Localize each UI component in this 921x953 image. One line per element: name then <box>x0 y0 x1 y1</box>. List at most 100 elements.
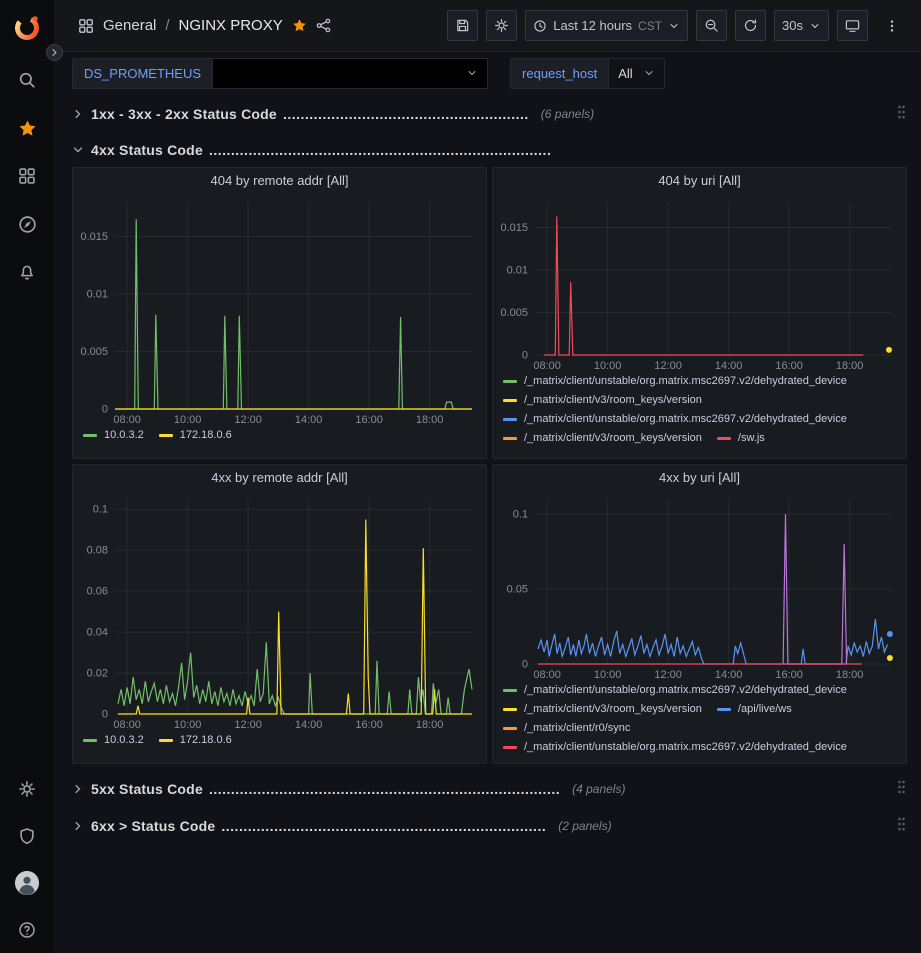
legend-item[interactable]: /_matrix/client/v3/room_keys/version <box>503 431 702 446</box>
series-color-swatch <box>503 708 517 711</box>
panel-4xx-by-uri: 4xx by uri [All] 08:0010:0012:0014:0016:… <box>492 464 907 764</box>
chevron-right-icon <box>72 820 84 832</box>
legend-label: /_matrix/client/r0/sync <box>524 721 630 736</box>
dashboard-settings-button[interactable] <box>486 10 517 41</box>
save-icon <box>455 18 470 33</box>
sidebar-collapse-button[interactable] <box>46 44 63 61</box>
series-color-swatch <box>503 437 517 440</box>
legend-label: /api/live/ws <box>738 702 792 717</box>
panel-title[interactable]: 404 by remote addr [All] <box>73 168 486 194</box>
row-drag-handle-icon[interactable] <box>896 104 907 123</box>
svg-text:12:00: 12:00 <box>654 669 682 681</box>
variable-select-ds[interactable] <box>212 58 488 89</box>
share-dashboard-button[interactable] <box>316 18 331 33</box>
row-1xx-3xx-2xx-status-code[interactable]: 1xx - 3xx - 2xx Status Code ............… <box>72 100 907 127</box>
legend-item[interactable]: 172.18.0.6 <box>159 733 232 748</box>
legend-item[interactable]: /api/live/ws <box>717 702 792 717</box>
row-drag-handle-icon[interactable] <box>896 816 907 835</box>
refresh-button[interactable] <box>735 10 766 41</box>
legend-label: 10.0.3.2 <box>104 733 144 748</box>
dashboard-navbar: General / NGINX PROXY <box>54 0 921 52</box>
main-area: General / NGINX PROXY <box>54 0 921 953</box>
time-series-chart-404-remote-addr[interactable]: 08:0010:0012:0014:0016:0018:0000.0050.01… <box>73 194 486 426</box>
dashboard-title: NGINX PROXY <box>179 17 283 34</box>
breadcrumb-folder[interactable]: General <box>103 17 156 34</box>
refresh-interval-dropdown[interactable]: 30s <box>774 10 829 41</box>
gear-icon <box>18 780 36 798</box>
zoom-out-time-button[interactable] <box>696 10 727 41</box>
svg-text:0: 0 <box>522 350 528 362</box>
legend-item[interactable]: 172.18.0.6 <box>159 428 232 443</box>
svg-text:12:00: 12:00 <box>234 719 262 731</box>
time-series-chart-4xx-remote-addr[interactable]: 08:0010:0012:0014:0016:0018:0000.020.040… <box>73 491 486 731</box>
panel-404-by-uri: 404 by uri [All] 08:0010:0012:0014:0016:… <box>492 167 907 459</box>
legend-item[interactable]: /_matrix/client/r0/sync <box>503 721 630 736</box>
row-6xx-status-code[interactable]: 6xx > Status Code ......................… <box>72 812 907 839</box>
search-button[interactable] <box>0 56 54 104</box>
grafana-logo[interactable] <box>0 10 54 44</box>
row-5xx-status-code[interactable]: 5xx Status Code ........................… <box>72 775 907 802</box>
legend-item[interactable]: /_matrix/client/unstable/org.matrix.msc2… <box>503 374 847 389</box>
bell-icon <box>18 263 36 281</box>
legend-item[interactable]: /_matrix/client/v3/room_keys/version <box>503 702 702 717</box>
dashboards-button[interactable] <box>0 152 54 200</box>
row-4xx-status-code[interactable]: 4xx Status Code ........................… <box>72 136 907 163</box>
legend-item[interactable]: 10.0.3.2 <box>83 733 144 748</box>
profile-button[interactable] <box>0 859 54 906</box>
panel-4xx-by-remote-addr: 4xx by remote addr [All] 08:0010:0012:00… <box>72 464 487 764</box>
legend-item[interactable]: /_matrix/client/unstable/org.matrix.msc2… <box>503 740 847 755</box>
cycle-view-mode-button[interactable] <box>837 10 868 41</box>
side-menu <box>0 0 54 953</box>
legend-item[interactable]: 10.0.3.2 <box>83 428 144 443</box>
legend-label: /_matrix/client/v3/room_keys/version <box>524 393 702 408</box>
legend-item[interactable]: /_matrix/client/unstable/org.matrix.msc2… <box>503 412 847 427</box>
chevron-down-icon <box>466 67 478 79</box>
refresh-interval-value: 30s <box>782 18 803 33</box>
configuration-button[interactable] <box>0 765 54 812</box>
help-button[interactable] <box>0 906 54 953</box>
chart-legend: /_matrix/client/unstable/org.matrix.msc2… <box>493 372 906 458</box>
legend-label: 10.0.3.2 <box>104 428 144 443</box>
alerting-button[interactable] <box>0 248 54 296</box>
variable-select-request-host[interactable]: All <box>608 58 664 89</box>
chart-legend: 10.0.3.2 172.18.0.6 <box>73 426 486 458</box>
svg-text:0.04: 0.04 <box>87 627 108 639</box>
save-dashboard-button[interactable] <box>447 10 478 41</box>
svg-text:0: 0 <box>522 659 528 671</box>
server-admin-button[interactable] <box>0 812 54 859</box>
legend-item[interactable]: /_matrix/client/v3/room_keys/version <box>503 393 702 408</box>
panel-title[interactable]: 4xx by remote addr [All] <box>73 465 486 491</box>
star-icon <box>292 18 307 33</box>
shield-icon <box>18 827 36 845</box>
breadcrumb-separator: / <box>165 17 169 34</box>
svg-text:0.015: 0.015 <box>80 231 108 243</box>
apps-grid-icon[interactable] <box>78 18 94 34</box>
starred-dashboards-button[interactable] <box>0 104 54 152</box>
panel-title[interactable]: 4xx by uri [All] <box>493 465 906 491</box>
chart-legend: /_matrix/client/unstable/org.matrix.msc2… <box>493 681 906 763</box>
explore-button[interactable] <box>0 200 54 248</box>
svg-text:08:00: 08:00 <box>533 669 561 681</box>
svg-text:12:00: 12:00 <box>234 414 262 426</box>
legend-item[interactable]: /_matrix/client/unstable/org.matrix.msc2… <box>503 683 847 698</box>
panel-title[interactable]: 404 by uri [All] <box>493 168 906 194</box>
variable-request-host: request_host All <box>510 58 665 89</box>
time-series-chart-404-uri[interactable]: 08:0010:0012:0014:0016:0018:0000.0050.01… <box>493 194 906 372</box>
row-panel-count: (4 panels) <box>572 782 625 796</box>
panel-404-by-remote-addr: 404 by remote addr [All] 08:0010:0012:00… <box>72 167 487 459</box>
chevron-right-icon <box>50 48 59 57</box>
star-icon <box>18 119 37 138</box>
svg-text:08:00: 08:00 <box>113 414 141 426</box>
more-options-button[interactable] <box>876 10 907 41</box>
svg-text:12:00: 12:00 <box>654 360 682 372</box>
series-color-swatch <box>83 434 97 437</box>
legend-label: /_matrix/client/v3/room_keys/version <box>524 702 702 717</box>
time-range-picker[interactable]: Last 12 hours CST <box>525 10 688 41</box>
svg-text:10:00: 10:00 <box>594 669 622 681</box>
clock-icon <box>533 19 547 33</box>
favorite-star-button[interactable] <box>292 18 307 33</box>
legend-item[interactable]: /sw.js <box>717 431 765 446</box>
series-color-swatch <box>503 727 517 730</box>
row-drag-handle-icon[interactable] <box>896 779 907 798</box>
time-series-chart-4xx-uri[interactable]: 08:0010:0012:0014:0016:0018:0000.050.1 <box>493 491 906 681</box>
